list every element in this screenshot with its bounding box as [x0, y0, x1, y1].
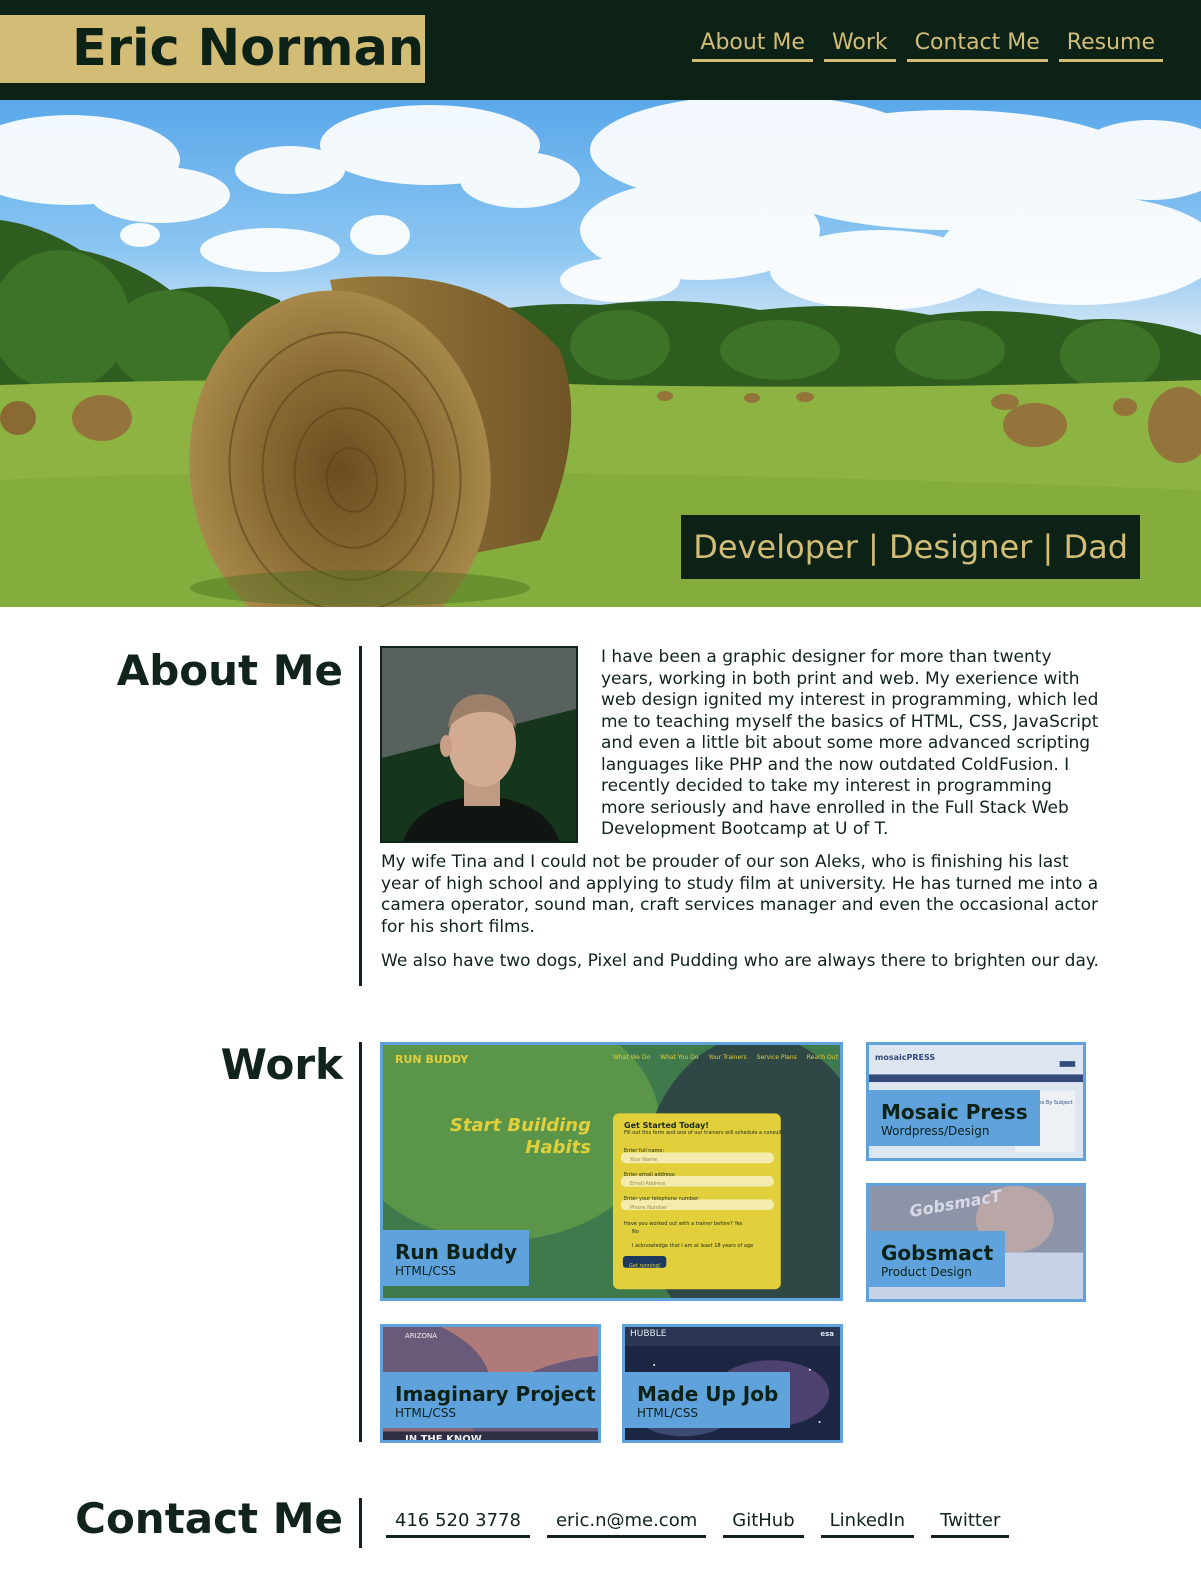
hero-tagline: Developer | Designer | Dad: [681, 515, 1140, 579]
nav-contact-me[interactable]: Contact Me: [906, 30, 1048, 62]
contact-divider: [359, 1498, 362, 1548]
project-title: Imaginary Project: [395, 1382, 596, 1406]
project-title: Made Up Job: [637, 1382, 779, 1406]
run-buddy-nav-item: What You Do: [660, 1054, 699, 1061]
project-card-imaginary-project[interactable]: ARIZONA Imaginary Project HTML/CSS IN TH…: [380, 1324, 601, 1443]
work-divider: [359, 1042, 362, 1442]
made-up-job-brand: HUBBLE: [630, 1329, 667, 1339]
run-buddy-brand: RUN BUDDY: [395, 1053, 469, 1066]
made-up-job-agency: esa: [820, 1330, 834, 1338]
profile-photo: [380, 646, 578, 843]
site-header: Eric Normann About Me Work Contact Me Re…: [0, 0, 1201, 100]
mosaic-press-brand: mosaicPRESS: [875, 1053, 936, 1062]
project-title: Run Buddy: [395, 1240, 517, 1264]
project-subtitle: HTML/CSS: [395, 1264, 457, 1278]
about-heading: About Me: [116, 646, 343, 695]
nav-resume[interactable]: Resume: [1058, 30, 1163, 62]
contact-linkedin-link[interactable]: LinkedIn: [820, 1510, 915, 1538]
project-title: Gobsmact: [881, 1241, 994, 1265]
imaginary-project-footer: IN THE KNOW: [405, 1434, 482, 1443]
contact-phone-link[interactable]: 416 520 3778: [386, 1510, 530, 1538]
project-card-mosaic-press[interactable]: mosaicPRESS Titles By Subject Mosaic Pre…: [866, 1042, 1086, 1161]
project-label: Imaginary Project HTML/CSS: [383, 1372, 598, 1428]
nav-work[interactable]: Work: [823, 30, 896, 62]
contact-links: 416 520 3778 eric.n@me.com GitHub Linked…: [386, 1510, 1010, 1538]
project-label: Run Buddy HTML/CSS: [383, 1230, 529, 1286]
project-label: Made Up Job HTML/CSS: [625, 1372, 791, 1428]
logo[interactable]: Eric Normann: [0, 15, 461, 83]
about-paragraph-3: We also have two dogs, Pixel and Pudding…: [381, 951, 1099, 971]
nav-about-me[interactable]: About Me: [692, 30, 813, 62]
hero-banner: Developer | Designer | Dad: [0, 100, 1201, 607]
imaginary-project-brand: ARIZONA: [405, 1332, 438, 1340]
project-label: Gobsmact Product Design: [869, 1231, 1006, 1287]
project-subtitle: Wordpress/Design: [881, 1124, 990, 1138]
project-subtitle: HTML/CSS: [637, 1406, 699, 1420]
run-buddy-preview-nav: What We Do What You Do Your Trainers Ser…: [613, 1054, 838, 1061]
site-name[interactable]: Eric Normann: [72, 19, 461, 78]
project-card-run-buddy[interactable]: RUN BUDDY What We Do What You Do Your Tr…: [380, 1042, 843, 1301]
about-divider: [359, 646, 362, 986]
contact-twitter-link[interactable]: Twitter: [931, 1510, 1010, 1538]
contact-github-link[interactable]: GitHub: [723, 1510, 804, 1538]
work-heading: Work: [220, 1040, 343, 1089]
run-buddy-nav-item: Service Plans: [756, 1054, 797, 1061]
about-paragraph-2: My wife Tina and I could not be prouder …: [381, 852, 1099, 937]
project-title: Mosaic Press: [881, 1100, 1028, 1124]
project-subtitle: HTML/CSS: [395, 1406, 457, 1420]
run-buddy-nav-item: Reach Out: [806, 1054, 838, 1061]
project-card-gobsmact[interactable]: GobsmacT Gobsmact Product Design: [866, 1183, 1086, 1302]
run-buddy-nav-item: Your Trainers: [708, 1054, 747, 1061]
main-nav: About Me Work Contact Me Resume: [692, 30, 1163, 62]
project-label: Mosaic Press Wordpress/Design: [869, 1090, 1040, 1146]
project-card-made-up-job[interactable]: HUBBLE esa Made Up Job HTML/CSS: [622, 1324, 843, 1443]
run-buddy-nav-item: What We Do: [613, 1054, 651, 1061]
about-paragraph-1: I have been a graphic designer for more …: [601, 647, 1099, 839]
run-buddy-headline: Start Building Habits: [449, 1115, 591, 1158]
contact-email-link[interactable]: eric.n@me.com: [546, 1510, 707, 1538]
contact-heading: Contact Me: [75, 1494, 343, 1543]
project-subtitle: Product Design: [881, 1265, 972, 1279]
run-buddy-form: Get Started Today! Fill out this form an…: [624, 1121, 782, 1269]
